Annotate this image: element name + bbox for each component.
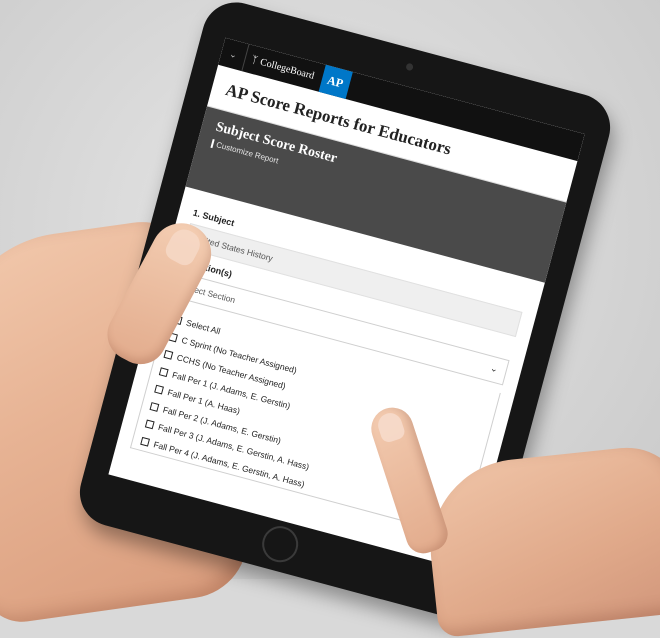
home-button[interactable]: [258, 522, 303, 567]
thumbnail: [162, 224, 205, 269]
checkbox[interactable]: [144, 419, 155, 430]
checkbox[interactable]: [163, 349, 174, 360]
checkbox[interactable]: [140, 436, 150, 447]
checkbox[interactable]: [154, 384, 164, 395]
camera-icon: [405, 62, 414, 72]
checkbox[interactable]: [158, 367, 169, 378]
menu-toggle-button[interactable]: ⌄: [218, 37, 250, 72]
acorn-logo-icon: ᛉ: [250, 53, 259, 67]
fingernail: [375, 410, 407, 445]
chevron-down-icon: ⌄: [228, 48, 239, 60]
checkbox[interactable]: [149, 402, 160, 412]
chevron-down-icon: ⌄: [489, 362, 500, 375]
